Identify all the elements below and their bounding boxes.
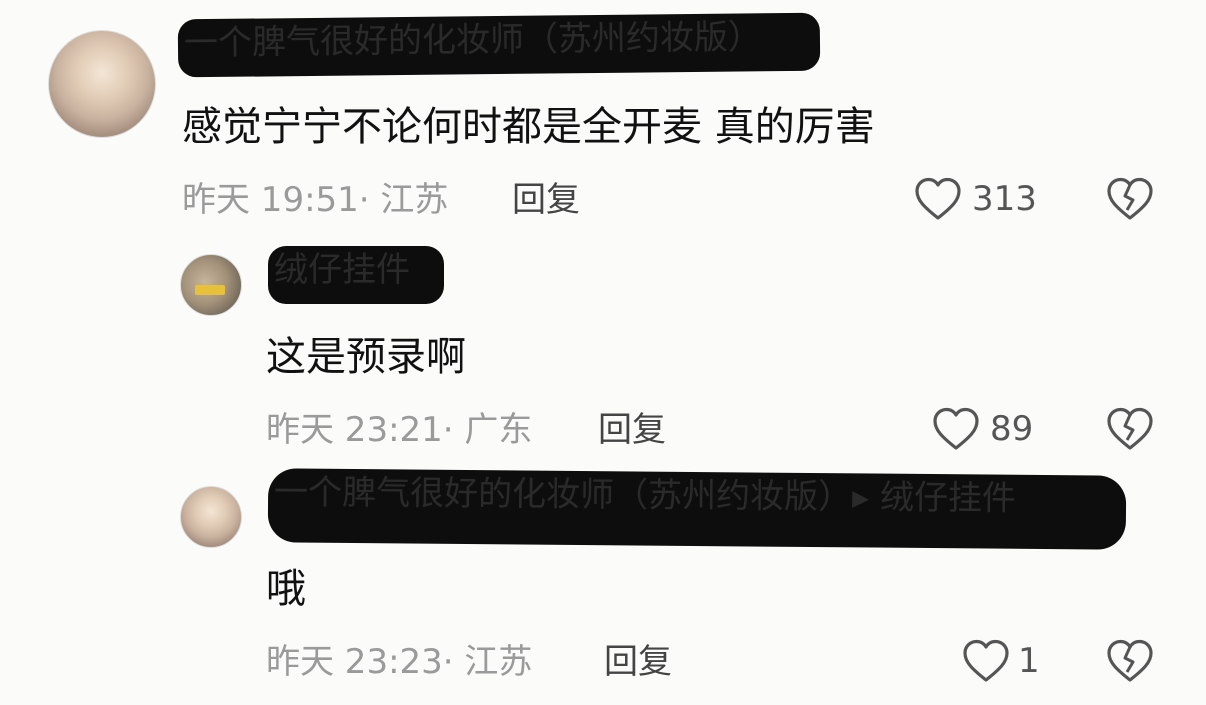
comment-meta: 昨天 19:51· 江苏 (182, 180, 448, 220)
like-count: 89 (990, 409, 1034, 449)
comment-location: 广东 (464, 410, 533, 450)
meta-separator: · (358, 180, 381, 220)
comment-location: 江苏 (464, 642, 533, 682)
dislike-button[interactable] (1106, 176, 1154, 222)
avatar[interactable] (180, 486, 242, 548)
comment-location: 江苏 (380, 180, 449, 220)
broken-heart-icon (1107, 407, 1153, 450)
username-redacted[interactable]: 一个脾气很好的化妆师（苏州约妆版）▸ 绒仔挂件 (267, 468, 1127, 550)
broken-heart-icon (1107, 177, 1153, 220)
dislike-button[interactable] (1106, 406, 1154, 452)
comment-text: 哦 (266, 566, 306, 612)
avatar[interactable] (48, 30, 156, 138)
username-redacted[interactable]: 绒仔挂件 (268, 246, 444, 304)
reply-button[interactable]: 回复 (598, 410, 666, 450)
comment-text: 感觉宁宁不论何时都是全开麦 真的厉害 (182, 104, 875, 150)
username-redacted[interactable]: 一个脾气很好的化妆师（苏州约妆版） (177, 12, 821, 78)
like-count: 1 (1018, 641, 1040, 681)
like-button[interactable]: 89 (932, 404, 1040, 454)
dislike-button[interactable] (1106, 638, 1154, 684)
heart-outline-icon (963, 639, 1009, 682)
heart-outline-icon (915, 177, 961, 220)
like-button[interactable]: 313 (914, 174, 1040, 224)
meta-separator: · (442, 410, 465, 450)
avatar-tag (195, 285, 225, 295)
avatar[interactable] (180, 254, 242, 316)
comment-time: 昨天 23:21 (266, 410, 443, 450)
reply-button[interactable]: 回复 (604, 642, 672, 682)
meta-separator: · (442, 642, 465, 682)
comment-time: 昨天 19:51 (182, 180, 359, 220)
broken-heart-icon (1107, 639, 1153, 682)
comment-text: 这是预录啊 (266, 334, 466, 380)
like-button[interactable]: 1 (962, 636, 1040, 686)
comment-meta: 昨天 23:21· 广东 (266, 410, 532, 450)
like-count: 313 (972, 179, 1037, 219)
reply-button[interactable]: 回复 (512, 180, 580, 220)
comment-meta: 昨天 23:23· 江苏 (266, 642, 532, 682)
heart-outline-icon (933, 407, 979, 450)
comment-time: 昨天 23:23 (266, 642, 443, 682)
